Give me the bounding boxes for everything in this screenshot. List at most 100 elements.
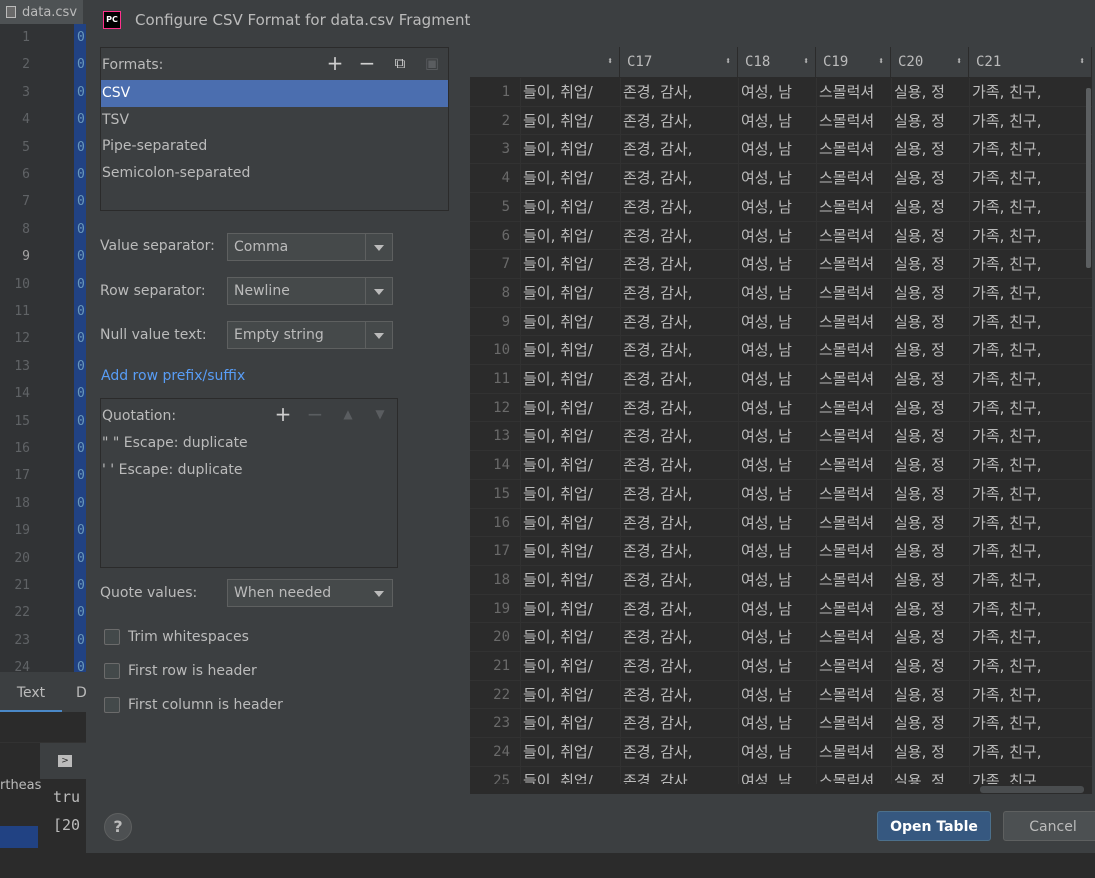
code-area[interactable]: 0 0 0 0 0 0 0 0 0 0 0 0 0 0 0 0 0 0 0 0 0 0 0 0	[74, 24, 86, 672]
table-cell[interactable]: 여성, 남	[738, 135, 816, 164]
table-cell[interactable]: 스몰럭셔	[816, 451, 891, 480]
table-cell[interactable]: 실용, 정	[891, 422, 969, 451]
plus-icon[interactable]: +	[324, 52, 346, 74]
table-cell[interactable]: 실용, 정	[891, 594, 969, 623]
sort-icon[interactable]: ⬍	[956, 47, 962, 77]
table-cell[interactable]: 존경, 감사,	[620, 652, 738, 680]
help-button[interactable]: ?	[104, 813, 132, 841]
table-cell[interactable]: 스몰럭셔	[816, 393, 891, 422]
table-cell[interactable]: 스몰럭셔	[816, 738, 891, 767]
table-row[interactable]: 13 들이, 취업/존경, 감사, 여성, 남 스몰럭셔 실용, 정 가족, 친구,	[470, 422, 1092, 452]
table-cell[interactable]: 스몰럭셔	[816, 594, 891, 623]
table-cell[interactable]: 가족, 친구,	[969, 479, 1092, 508]
table-cell[interactable]: 들이, 취업/	[520, 680, 620, 709]
null-value-combo[interactable]: Empty string	[227, 321, 393, 349]
table-cell[interactable]: 여성, 남	[738, 479, 816, 508]
table-cell[interactable]: 가족, 친구,	[969, 250, 1092, 279]
column-header[interactable]: ⬍	[520, 47, 620, 77]
table-cell[interactable]: 여성, 남	[738, 307, 816, 336]
table-cell[interactable]: 스몰럭셔	[816, 652, 891, 680]
table-cell[interactable]: 실용, 정	[891, 336, 969, 365]
table-cell[interactable]: 존경, 감사,	[620, 365, 738, 393]
checkbox-box[interactable]	[104, 697, 120, 713]
sort-icon[interactable]: ⬍	[803, 47, 809, 77]
table-cell[interactable]: 들이, 취업/	[520, 422, 620, 451]
table-cell[interactable]: 들이, 취업/	[520, 652, 620, 680]
table-cell[interactable]: 가족, 친구,	[969, 594, 1092, 623]
editor-tab[interactable]: data.csv	[0, 0, 84, 24]
table-cell[interactable]: 존경, 감사,	[620, 135, 738, 164]
table-cell[interactable]: 실용, 정	[891, 652, 969, 680]
table-cell[interactable]: 여성, 남	[738, 278, 816, 307]
table-cell[interactable]: 존경, 감사,	[620, 680, 738, 709]
sort-icon[interactable]: ⬍	[1079, 47, 1085, 77]
table-cell[interactable]: 실용, 정	[891, 278, 969, 307]
table-row[interactable]: 16 들이, 취업/존경, 감사, 여성, 남 스몰럭셔 실용, 정 가족, 친구,	[470, 508, 1092, 538]
table-cell[interactable]: 실용, 정	[891, 192, 969, 221]
table-cell[interactable]: 여성, 남	[738, 508, 816, 537]
table-cell[interactable]: 들이, 취업/	[520, 738, 620, 767]
sort-icon[interactable]: ⬍	[878, 47, 884, 77]
table-cell[interactable]: 가족, 친구,	[969, 221, 1092, 250]
table-cell[interactable]: 스몰럭셔	[816, 336, 891, 365]
table-cell[interactable]: 여성, 남	[738, 709, 816, 738]
table-cell[interactable]: 스몰럭셔	[816, 307, 891, 336]
table-cell[interactable]: 스몰럭셔	[816, 78, 891, 106]
column-header[interactable]: C20 ⬍	[891, 47, 969, 77]
table-cell[interactable]: 존경, 감사,	[620, 393, 738, 422]
table-cell[interactable]: 여성, 남	[738, 192, 816, 221]
checkbox-box[interactable]	[104, 663, 120, 679]
table-cell[interactable]: 스몰럭셔	[816, 278, 891, 307]
copy-icon[interactable]: ⧉	[389, 52, 411, 74]
table-cell[interactable]: 존경, 감사,	[620, 565, 738, 594]
table-cell[interactable]: 존경, 감사,	[620, 537, 738, 566]
table-cell[interactable]: 들이, 취업/	[520, 78, 620, 106]
table-cell[interactable]: 들이, 취업/	[520, 623, 620, 652]
table-row[interactable]: 17 들이, 취업/존경, 감사, 여성, 남 스몰럭셔 실용, 정 가족, 친구,	[470, 537, 1092, 566]
table-row[interactable]: 14 들이, 취업/존경, 감사, 여성, 남 스몰럭셔 실용, 정 가족, 친구,	[470, 451, 1092, 480]
table-cell[interactable]: 여성, 남	[738, 250, 816, 279]
table-cell[interactable]: 가족, 친구,	[969, 422, 1092, 451]
table-cell[interactable]: 들이, 취업/	[520, 393, 620, 422]
table-cell[interactable]: 스몰럭셔	[816, 250, 891, 279]
table-row[interactable]: 10 들이, 취업/존경, 감사, 여성, 남 스몰럭셔 실용, 정 가족, 친구,	[470, 336, 1092, 366]
table-cell[interactable]: 실용, 정	[891, 508, 969, 537]
table-cell[interactable]: 스몰럭셔	[816, 565, 891, 594]
table-cell[interactable]: 스몰럭셔	[816, 164, 891, 193]
table-cell[interactable]: 들이, 취업/	[520, 537, 620, 566]
table-row[interactable]: 12 들이, 취업/존경, 감사, 여성, 남 스몰럭셔 실용, 정 가족, 친구,	[470, 393, 1092, 423]
table-row[interactable]: 19 들이, 취업/존경, 감사, 여성, 남 스몰럭셔 실용, 정 가족, 친구,	[470, 594, 1092, 624]
table-cell[interactable]: 실용, 정	[891, 135, 969, 164]
format-item-semicolon[interactable]: Semicolon-separated	[101, 160, 448, 187]
table-cell[interactable]: 가족, 친구,	[969, 393, 1092, 422]
table-cell[interactable]: 존경, 감사,	[620, 508, 738, 537]
table-cell[interactable]: 여성, 남	[738, 164, 816, 193]
table-cell[interactable]: 가족, 친구,	[969, 192, 1092, 221]
table-row[interactable]: 21 들이, 취업/존경, 감사, 여성, 남 스몰럭셔 실용, 정 가족, 친구,	[470, 652, 1092, 681]
open-table-button[interactable]: Open Table	[877, 811, 991, 841]
add-row-prefix-link[interactable]: Add row prefix/suffix	[101, 368, 245, 384]
table-cell[interactable]: 존경, 감사,	[620, 336, 738, 365]
table-cell[interactable]: 실용, 정	[891, 78, 969, 106]
table-row[interactable]: 11 들이, 취업/존경, 감사, 여성, 남 스몰럭셔 실용, 정 가족, 친구,	[470, 365, 1092, 394]
table-row[interactable]: 8 들이, 취업/존경, 감사, 여성, 남 스몰럭셔 실용, 정 가족, 친구,	[470, 278, 1092, 308]
table-cell[interactable]: 스몰럭셔	[816, 106, 891, 135]
table-row[interactable]: 20 들이, 취업/존경, 감사, 여성, 남 스몰럭셔 실용, 정 가족, 친구,	[470, 623, 1092, 653]
table-cell[interactable]: 들이, 취업/	[520, 164, 620, 193]
column-header[interactable]: C18 ⬍	[738, 47, 816, 77]
table-cell[interactable]: 들이, 취업/	[520, 106, 620, 135]
table-cell[interactable]: 여성, 남	[738, 738, 816, 767]
table-row[interactable]: 5 들이, 취업/존경, 감사, 여성, 남 스몰럭셔 실용, 정 가족, 친구,	[470, 192, 1092, 222]
table-cell[interactable]: 여성, 남	[738, 422, 816, 451]
table-cell[interactable]: 스몰럭셔	[816, 135, 891, 164]
table-cell[interactable]: 스몰럭셔	[816, 192, 891, 221]
sort-icon[interactable]: ⬍	[725, 47, 731, 77]
table-cell[interactable]: 여성, 남	[738, 365, 816, 393]
table-row[interactable]: 4 들이, 취업/존경, 감사, 여성, 남 스몰럭셔 실용, 정 가족, 친구,	[470, 164, 1092, 193]
table-cell[interactable]: 존경, 감사,	[620, 78, 738, 106]
table-cell[interactable]: 존경, 감사,	[620, 709, 738, 738]
checkbox-box[interactable]	[104, 629, 120, 645]
table-cell[interactable]: 스몰럭셔	[816, 709, 891, 738]
table-cell[interactable]: 들이, 취업/	[520, 479, 620, 508]
table-cell[interactable]: 들이, 취업/	[520, 594, 620, 623]
